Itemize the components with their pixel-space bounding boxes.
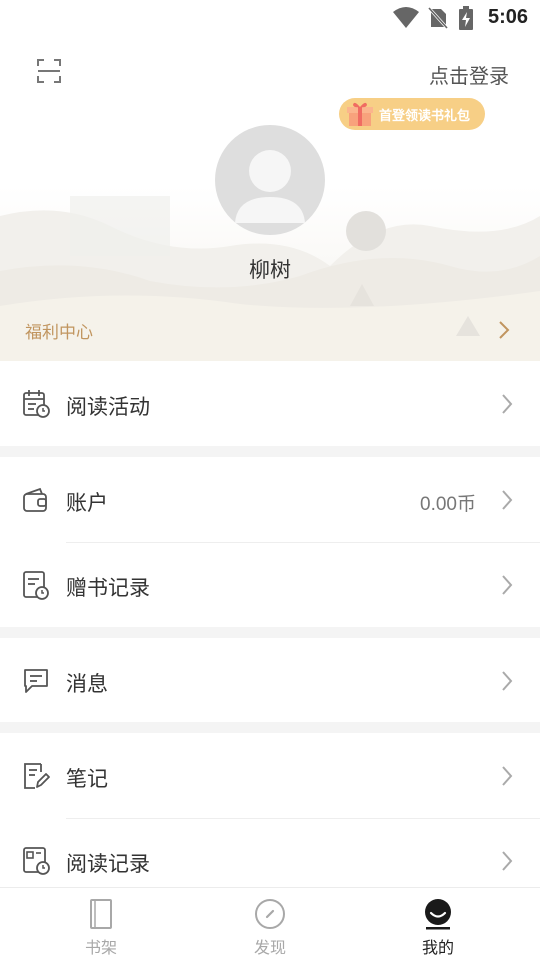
scan-icon[interactable] — [36, 58, 62, 84]
menu-item-account[interactable]: 账户 0.00币 — [0, 457, 540, 543]
message-icon — [24, 669, 48, 693]
section-gap — [0, 627, 540, 638]
default-user-icon — [235, 150, 305, 223]
chevron-right-icon — [502, 575, 513, 595]
menu-label: 笔记 — [66, 767, 108, 791]
gift-icon — [347, 102, 373, 126]
wallet-icon — [23, 487, 47, 512]
profile-header: 点击登录 首登领读书礼包 柳树 福利中心 — [0, 36, 540, 361]
section-gap — [0, 722, 540, 733]
chevron-right-icon — [502, 851, 513, 871]
tab-mine[interactable]: 我的 — [348, 888, 528, 960]
account-balance: 0.00币 — [420, 494, 476, 515]
menu-item-messages[interactable]: 消息 — [0, 638, 540, 724]
username: 柳树 — [249, 258, 291, 282]
chevron-right-icon — [502, 490, 513, 510]
battery-charging-icon — [459, 6, 473, 30]
chevron-right-icon — [502, 671, 513, 691]
note-pencil-icon — [24, 763, 50, 789]
menu-label: 消息 — [66, 672, 108, 696]
compass-icon — [255, 899, 285, 929]
book-icon — [90, 899, 112, 929]
chevron-right-icon — [502, 394, 513, 414]
tab-discover[interactable]: 发现 — [180, 888, 360, 960]
gift-badge[interactable]: 首登领读书礼包 — [339, 98, 485, 130]
menu-label: 阅读活动 — [66, 395, 150, 419]
status-bar: 5:06 — [0, 0, 540, 36]
tab-label: 发现 — [253, 938, 286, 957]
wifi-icon — [393, 7, 419, 28]
tab-bookshelf[interactable]: 书架 — [11, 888, 191, 960]
bottom-navigation: 书架 发现 我的 — [0, 887, 540, 960]
tab-label: 我的 — [421, 938, 454, 957]
document-clock-icon — [23, 571, 49, 600]
section-gap — [0, 446, 540, 457]
menu-label: 阅读记录 — [66, 852, 150, 876]
menu-label: 账户 — [66, 491, 108, 515]
menu-item-notes[interactable]: 笔记 — [0, 733, 540, 819]
login-link[interactable]: 点击登录 — [429, 60, 509, 89]
smile-face-icon — [425, 899, 451, 930]
no-sim-icon — [428, 6, 448, 30]
menu-label: 赠书记录 — [66, 576, 150, 600]
avatar[interactable] — [215, 125, 325, 235]
welfare-center-row[interactable]: 福利中心 — [0, 298, 540, 361]
welfare-center-label: 福利中心 — [25, 323, 93, 343]
chevron-right-icon — [502, 766, 513, 786]
calendar-clock-icon — [23, 390, 50, 418]
gift-badge-label: 首登领读书礼包 — [379, 109, 471, 124]
book-clock-icon — [23, 847, 50, 875]
chevron-right-icon — [499, 321, 510, 339]
menu-item-gift-records[interactable]: 赠书记录 — [0, 543, 540, 629]
menu-item-reading-activity[interactable]: 阅读活动 — [0, 361, 540, 447]
clock: 5:06 — [487, 6, 528, 28]
tab-label: 书架 — [84, 938, 117, 957]
